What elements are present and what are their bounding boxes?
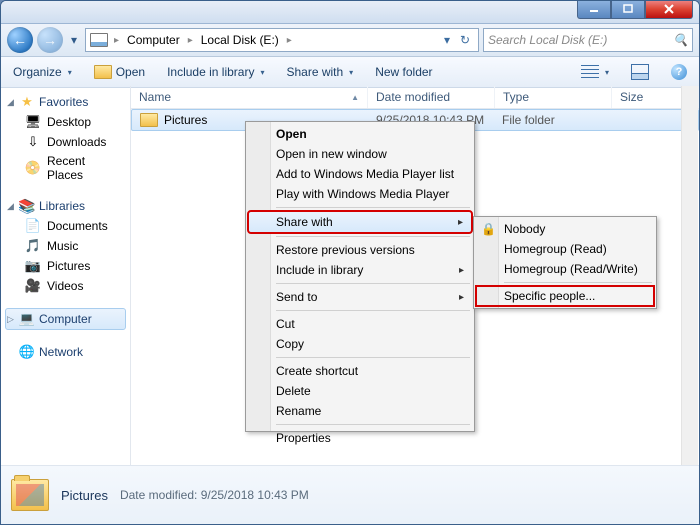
help-icon: ? (671, 64, 687, 80)
organize-button[interactable]: Organize▾ (9, 63, 76, 81)
col-name[interactable]: Name▲ (131, 86, 368, 108)
sidebar: ◢★Favorites 🖥Desktop ⇩Downloads 📀Recent … (1, 86, 131, 474)
sidebar-item-documents[interactable]: 📄Documents (5, 216, 126, 236)
ctx-include-library[interactable]: Include in library▸ (248, 260, 472, 280)
search-placeholder: Search Local Disk (E:) (488, 33, 607, 47)
pictures-icon: 📷 (25, 258, 41, 274)
ctx-add-wmp-list[interactable]: Add to Windows Media Player list (248, 164, 472, 184)
details-folder-icon (11, 479, 49, 511)
ctx-share-homegroup-rw[interactable]: Homegroup (Read/Write) (476, 259, 654, 279)
sidebar-computer-header[interactable]: ▷💻Computer (5, 308, 126, 330)
recent-icon: 📀 (25, 160, 41, 176)
ctx-properties[interactable]: Properties (248, 428, 472, 448)
folder-open-icon (94, 65, 112, 79)
minimize-button[interactable] (577, 0, 611, 19)
details-pane: Pictures Date modified: 9/25/2018 10:43 … (1, 465, 699, 524)
file-name: Pictures (164, 113, 207, 127)
include-library-button[interactable]: Include in library▾ (163, 63, 268, 81)
address-bar[interactable]: ▸ Computer ▸ Local Disk (E:) ▸ ▾ ↻ (85, 28, 479, 52)
sidebar-item-music[interactable]: 🎵Music (5, 236, 126, 256)
explorer-window: ← → ▾ ▸ Computer ▸ Local Disk (E:) ▸ ▾ ↻… (0, 0, 700, 525)
sidebar-item-desktop[interactable]: 🖥Desktop (5, 112, 126, 132)
breadcrumb-sep: ▸ (285, 35, 294, 46)
details-name: Pictures (61, 488, 108, 503)
search-input[interactable]: Search Local Disk (E:) 🔍 (483, 28, 693, 52)
details-meta-value: 9/25/2018 10:43 PM (201, 488, 309, 502)
documents-icon: 📄 (25, 218, 41, 234)
address-dropdown-icon[interactable]: ▾ (438, 33, 456, 47)
open-button[interactable]: Open (90, 63, 149, 81)
help-button[interactable]: ? (667, 62, 691, 82)
col-date[interactable]: Date modified (368, 86, 495, 108)
ctx-delete[interactable]: Delete (248, 381, 472, 401)
vertical-scrollbar[interactable] (681, 86, 698, 474)
lock-icon: 🔒 (481, 222, 496, 236)
preview-pane-button[interactable] (627, 62, 653, 82)
nav-history-dropdown[interactable]: ▾ (67, 33, 81, 47)
ctx-share-nobody[interactable]: 🔒Nobody (476, 219, 654, 239)
sidebar-favorites-header[interactable]: ◢★Favorites (5, 92, 126, 112)
videos-icon: 🎥 (25, 278, 41, 294)
ctx-open[interactable]: Open (248, 124, 472, 144)
sidebar-libraries-header[interactable]: ◢📚Libraries (5, 196, 126, 216)
share-with-button[interactable]: Share with▾ (282, 63, 357, 81)
breadcrumb-sep: ▸ (112, 35, 121, 46)
new-folder-button[interactable]: New folder (371, 63, 436, 81)
context-submenu-share: 🔒Nobody Homegroup (Read) Homegroup (Read… (473, 216, 657, 309)
breadcrumb-sep: ▸ (186, 35, 195, 46)
sidebar-item-recent[interactable]: 📀Recent Places (5, 152, 126, 184)
maximize-button[interactable] (611, 0, 645, 19)
column-headers: Name▲ Date modified Type Size (131, 86, 699, 109)
titlebar (1, 1, 699, 24)
folder-icon (140, 113, 158, 127)
music-icon: 🎵 (25, 238, 41, 254)
view-icon (581, 65, 599, 79)
ctx-share-specific-people[interactable]: Specific people... (476, 286, 654, 306)
desktop-icon: 🖥 (25, 114, 41, 130)
back-button[interactable]: ← (7, 27, 33, 53)
ctx-send-to[interactable]: Send to▸ (248, 287, 472, 307)
details-meta-label: Date modified: (120, 488, 197, 502)
forward-button[interactable]: → (37, 27, 63, 53)
sidebar-item-pictures[interactable]: 📷Pictures (5, 256, 126, 276)
ctx-create-shortcut[interactable]: Create shortcut (248, 361, 472, 381)
ctx-copy[interactable]: Copy (248, 334, 472, 354)
star-icon: ★ (19, 94, 35, 110)
refresh-icon[interactable]: ↻ (456, 33, 474, 47)
ctx-cut[interactable]: Cut (248, 314, 472, 334)
nav-row: ← → ▾ ▸ Computer ▸ Local Disk (E:) ▸ ▾ ↻… (1, 24, 699, 57)
ctx-restore-versions[interactable]: Restore previous versions (248, 240, 472, 260)
libraries-icon: 📚 (19, 198, 35, 214)
computer-icon: 💻 (19, 311, 35, 327)
view-button[interactable]: ▾ (577, 63, 613, 81)
sidebar-network-header[interactable]: 🌐Network (5, 342, 126, 362)
search-icon: 🔍 (673, 33, 688, 47)
breadcrumb-computer[interactable]: Computer (125, 33, 182, 47)
ctx-rename[interactable]: Rename (248, 401, 472, 421)
col-type[interactable]: Type (495, 86, 612, 108)
drive-icon (90, 33, 108, 47)
close-button[interactable] (645, 0, 693, 19)
ctx-share-homegroup-read[interactable]: Homegroup (Read) (476, 239, 654, 259)
context-menu: Open Open in new window Add to Windows M… (245, 121, 475, 432)
sidebar-item-downloads[interactable]: ⇩Downloads (5, 132, 126, 152)
file-type: File folder (494, 113, 610, 127)
network-icon: 🌐 (19, 344, 35, 360)
toolbar: Organize▾ Open Include in library▾ Share… (1, 57, 699, 88)
window-controls (577, 0, 693, 19)
ctx-open-new-window[interactable]: Open in new window (248, 144, 472, 164)
ctx-share-with[interactable]: Share with▸ (248, 211, 472, 233)
pane-icon (631, 64, 649, 80)
sidebar-item-videos[interactable]: 🎥Videos (5, 276, 126, 296)
downloads-icon: ⇩ (25, 134, 41, 150)
breadcrumb-drive[interactable]: Local Disk (E:) (199, 33, 281, 47)
ctx-play-wmp[interactable]: Play with Windows Media Player (248, 184, 472, 204)
